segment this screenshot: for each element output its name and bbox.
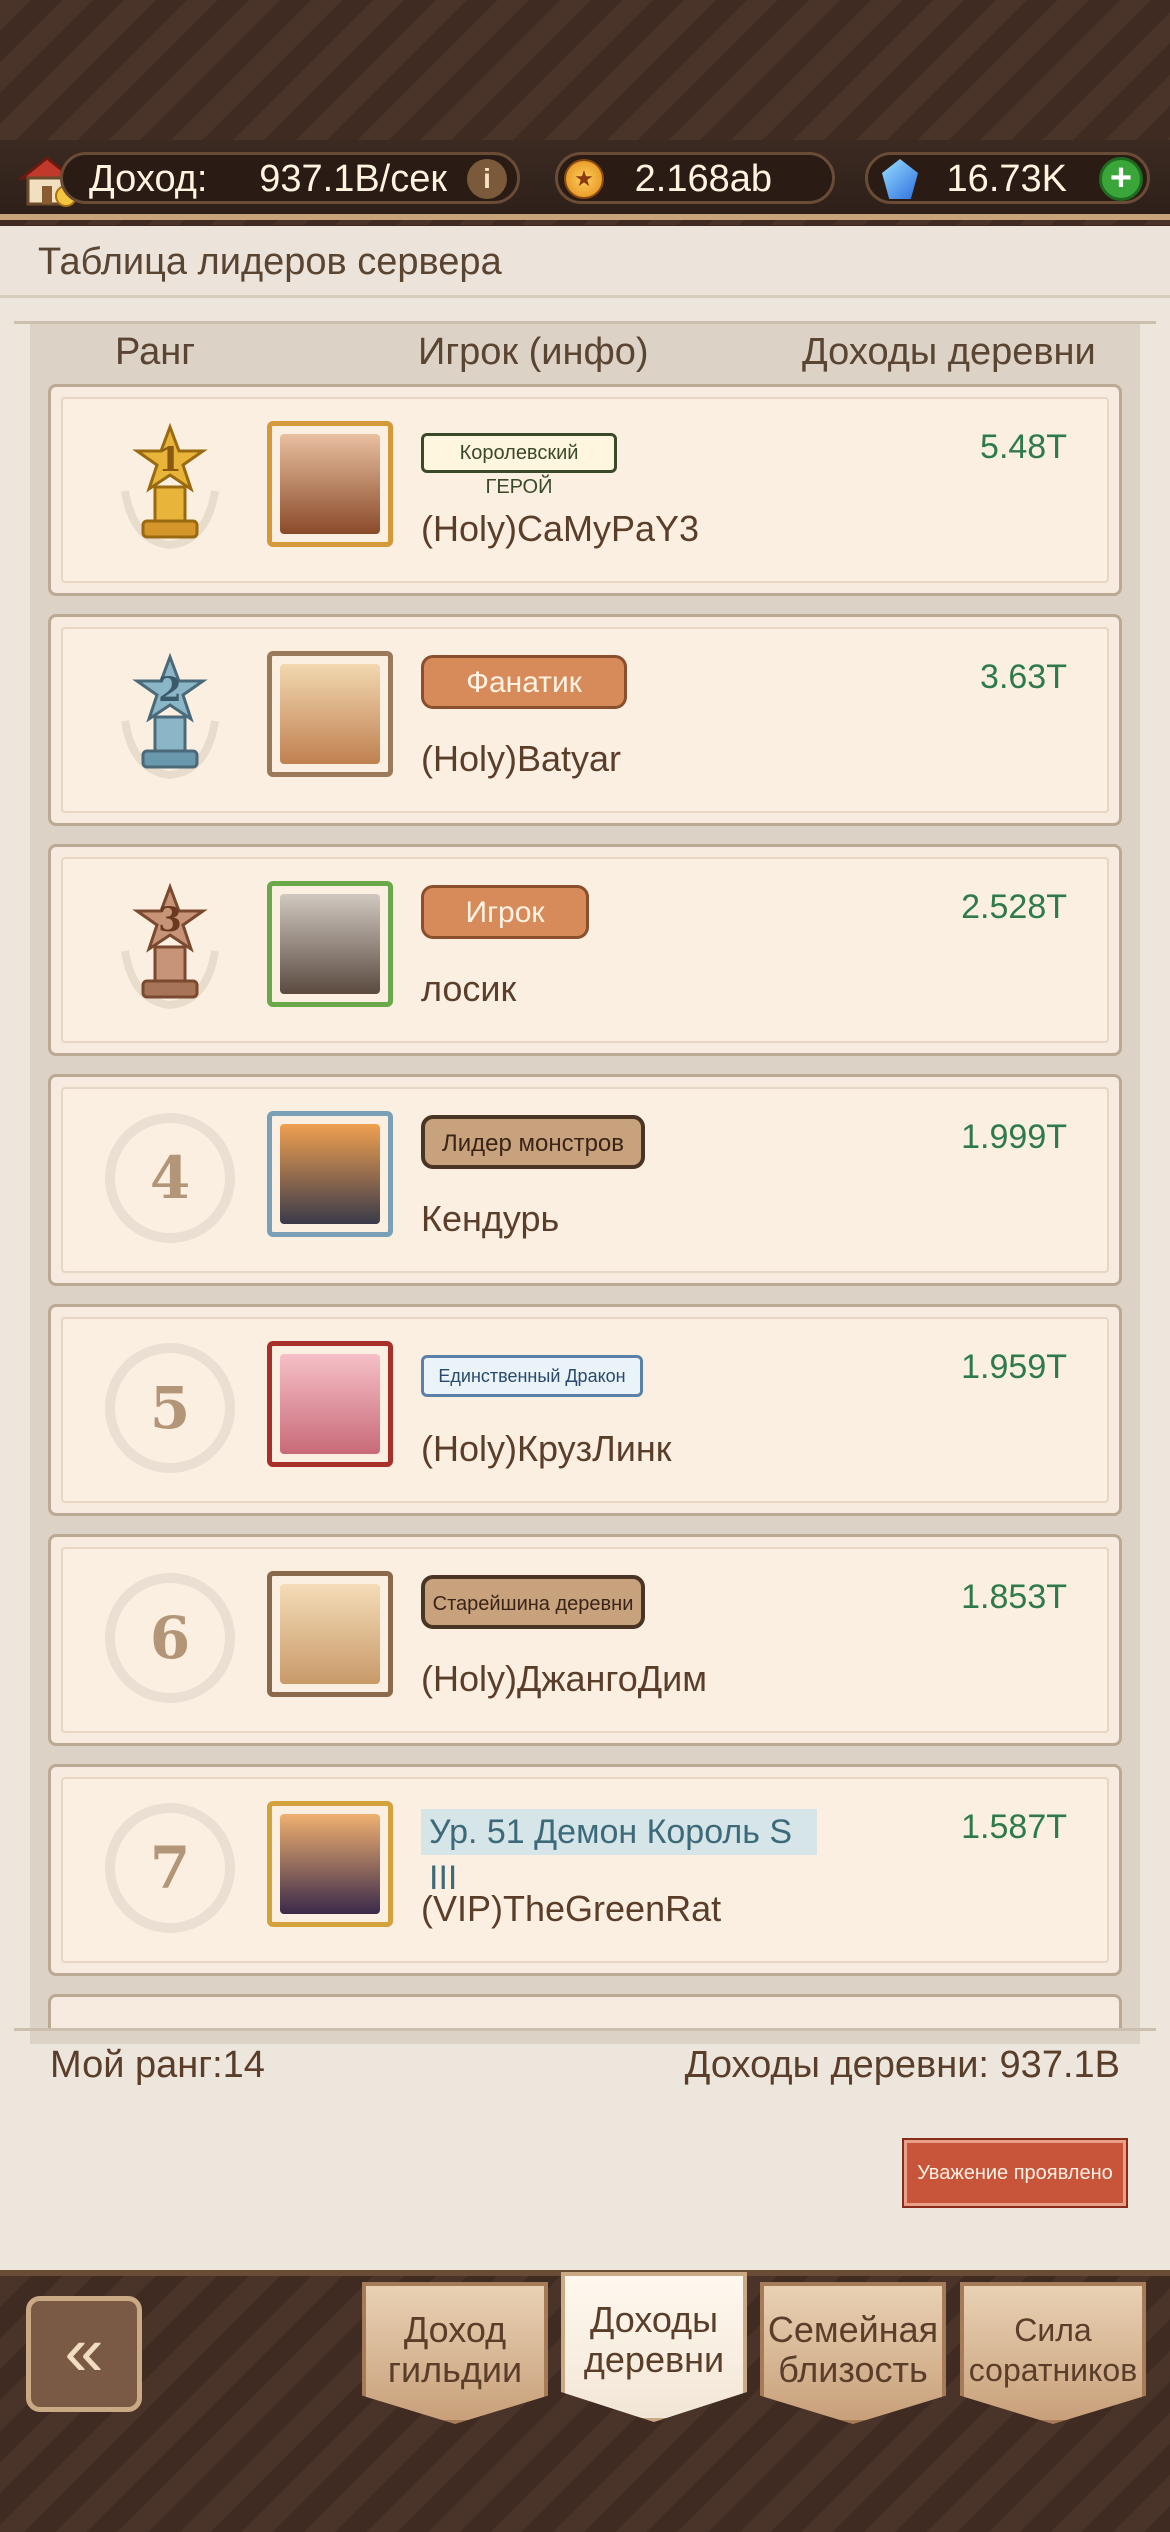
title-badge: Старейшина деревни xyxy=(421,1575,645,1629)
avatar[interactable] xyxy=(267,421,393,547)
tab-family-closeness[interactable]: Семейная близость xyxy=(760,2282,946,2424)
village-income: 5.48T xyxy=(980,428,1067,466)
table-row[interactable]: 7 Ур. 51 Демон Король S III (VIP)TheGree… xyxy=(48,1764,1122,1976)
avatar[interactable] xyxy=(267,1341,393,1467)
column-header-income: Доходы деревни xyxy=(802,331,1096,373)
player-name[interactable]: (Holy)Batyar xyxy=(421,735,621,783)
tab-guild-income[interactable]: Доход гильдии xyxy=(362,2282,548,2424)
avatar[interactable] xyxy=(267,1571,393,1697)
respect-button[interactable]: Уважение проявлено xyxy=(902,2138,1128,2208)
my-village-income: Доходы деревни: 937.1B xyxy=(685,2044,1120,2087)
player-name[interactable]: лосик xyxy=(421,965,516,1013)
panel-title: Таблица лидеров сервера xyxy=(0,226,1170,298)
table-row[interactable]: 1 Королевский ГЕРОЙ (Holy)CaMyPaY3 5.48T xyxy=(48,384,1122,596)
table-row[interactable] xyxy=(48,1994,1122,2028)
rank-number: 5 xyxy=(149,1374,191,1442)
svg-text:3: 3 xyxy=(158,900,182,940)
player-name[interactable]: (VIP)TheGreenRat xyxy=(421,1885,721,1933)
add-gems-button[interactable]: + xyxy=(1099,157,1143,201)
village-income: 1.999T xyxy=(961,1118,1067,1156)
rank-number: 4 xyxy=(149,1144,191,1212)
column-header-player: Игрок (инфо) xyxy=(418,331,649,373)
rank-number: 6 xyxy=(149,1604,191,1672)
title-badge: Королевский ГЕРОЙ xyxy=(421,433,617,498)
avatar[interactable] xyxy=(267,1111,393,1237)
gems-value: 16.73K xyxy=(946,158,1067,200)
info-icon[interactable]: i xyxy=(467,159,507,199)
table-row[interactable]: 4 Лидер монстров Кендурь 1.999T xyxy=(48,1074,1122,1286)
income-value: 937.1B/сек xyxy=(259,158,447,200)
table-row[interactable]: 6 Старейшина деревни (Holy)ДжангоДим 1.8… xyxy=(48,1534,1122,1746)
back-button[interactable]: « xyxy=(26,2296,142,2412)
bronze-trophy-icon: 3 xyxy=(121,882,219,1010)
village-income: 2.528T xyxy=(961,888,1067,926)
coins-display: ★ 2.168ab xyxy=(555,152,835,204)
table-row[interactable]: 2 Фанатик (Holy)Batyar 3.63T xyxy=(48,614,1122,826)
player-name[interactable]: (Holy)КрузЛинк xyxy=(421,1425,671,1473)
village-income: 1.959T xyxy=(961,1348,1067,1386)
title-badge: Игрок xyxy=(421,885,589,939)
my-income-label: Доходы деревни: xyxy=(684,2044,989,2086)
tab-village-income[interactable]: Доходы деревни xyxy=(561,2272,747,2422)
gems-display: 16.73K + xyxy=(865,152,1150,204)
title-badge: Лидер монстров xyxy=(421,1115,645,1169)
avatar[interactable] xyxy=(267,1801,393,1927)
village-income: 1.587T xyxy=(961,1808,1067,1846)
avatar[interactable] xyxy=(267,881,393,1007)
title-badge: Единственный Дракон xyxy=(421,1355,643,1397)
player-name[interactable]: Кендурь xyxy=(421,1195,559,1243)
village-income: 1.853T xyxy=(961,1578,1067,1616)
column-header-rank: Ранг xyxy=(115,331,196,373)
avatar[interactable] xyxy=(267,651,393,777)
title-badge: Фанатик xyxy=(421,655,627,709)
svg-text:2: 2 xyxy=(158,670,182,710)
divider xyxy=(14,2028,1156,2031)
silver-trophy-icon: 2 xyxy=(121,652,219,780)
gem-icon xyxy=(882,159,918,199)
player-name[interactable]: (Holy)CaMyPaY3 xyxy=(421,505,699,553)
village-income: 3.63T xyxy=(980,658,1067,696)
income-display: Доход: 937.1B/сек i xyxy=(60,152,520,204)
income-label: Доход: xyxy=(89,158,208,200)
table-row[interactable]: 3 Игрок лосик 2.528T xyxy=(48,844,1122,1056)
table-row[interactable]: 5 Единственный Дракон (Holy)КрузЛинк 1.9… xyxy=(48,1304,1122,1516)
my-rank: Мой ранг:14 xyxy=(50,2044,265,2086)
player-name[interactable]: (Holy)ДжангоДим xyxy=(421,1655,707,1703)
leaderboard-panel: Таблица лидеров сервера Ранг Игрок (инфо… xyxy=(0,226,1170,2274)
my-income-value: 937.1B xyxy=(999,2044,1120,2086)
tab-companion-power[interactable]: Сила соратников xyxy=(960,2282,1146,2424)
svg-text:1: 1 xyxy=(158,440,182,480)
coin-icon: ★ xyxy=(564,159,604,199)
gold-trophy-icon: 1 xyxy=(121,422,219,550)
title-badge: Ур. 51 Демон Король S III xyxy=(421,1809,817,1897)
coins-value: 2.168ab xyxy=(634,158,772,200)
rank-number: 7 xyxy=(149,1834,191,1902)
